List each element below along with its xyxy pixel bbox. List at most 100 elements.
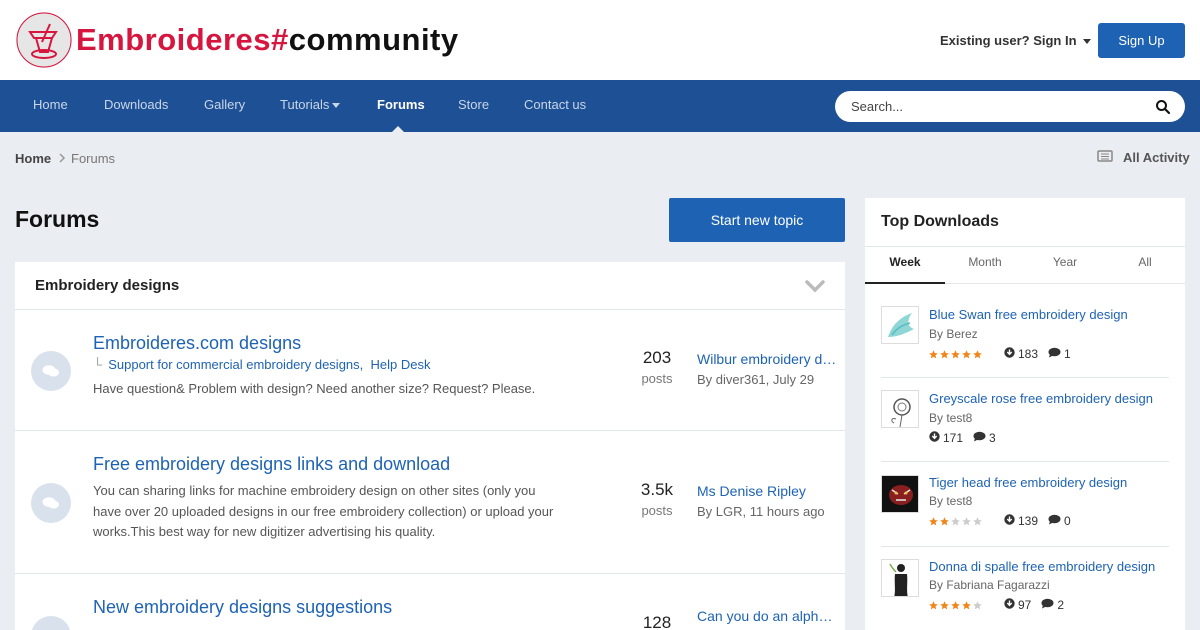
- download-meta: 139 0: [929, 514, 1071, 528]
- download-thumbnail[interactable]: [881, 306, 919, 344]
- nav-item-home[interactable]: Home: [33, 80, 68, 132]
- download-item: Greyscale rose free embroidery design By…: [865, 390, 1185, 474]
- last-post-title[interactable]: Can you do an alphabet?: [697, 608, 837, 624]
- last-post-meta: By LGR, 11 hours ago: [697, 504, 825, 519]
- nav-item-forums[interactable]: Forums: [377, 80, 425, 132]
- site-header: Embroideres#community Existing user? Sig…: [0, 0, 1200, 80]
- star-filled-icon: [951, 600, 960, 609]
- download-meta: 97 2: [929, 598, 1064, 612]
- download-title[interactable]: Blue Swan free embroidery design: [929, 307, 1128, 322]
- tab-month[interactable]: Month: [945, 247, 1025, 284]
- download-meta: 171 3: [929, 431, 996, 445]
- comment-icon: [1048, 347, 1061, 361]
- download-meta: 183 1: [929, 347, 1071, 361]
- subforum-link[interactable]: Support for commercial embroidery design…: [108, 357, 363, 372]
- period-tabs: Week Month Year All: [865, 246, 1185, 284]
- download-author: By test8: [929, 411, 973, 425]
- comment-count: 3: [989, 431, 996, 445]
- download-thumbnail[interactable]: [881, 559, 919, 597]
- star-filled-icon: [940, 349, 949, 358]
- signin-link[interactable]: Existing user? Sign In: [940, 33, 1091, 48]
- nav-item-gallery[interactable]: Gallery: [204, 80, 245, 132]
- download-icon: [1004, 598, 1015, 612]
- last-post-meta: By diver361, July 29: [697, 372, 815, 387]
- forum-title[interactable]: Embroideres.com designs: [93, 333, 301, 354]
- breadcrumb-current[interactable]: Forums: [71, 151, 115, 166]
- star-filled-icon: [929, 516, 938, 525]
- star-filled-icon: [951, 349, 960, 358]
- download-item: Donna di spalle free embroidery design B…: [865, 559, 1185, 630]
- download-thumbnail[interactable]: [881, 475, 919, 513]
- nav-item-tutorials-label: Tutorials: [280, 97, 330, 112]
- last-post-title[interactable]: Wilbur embroidery design: [697, 351, 837, 367]
- download-count: 97: [1018, 598, 1032, 612]
- download-thumbnail[interactable]: [881, 390, 919, 428]
- forum-title[interactable]: New embroidery designs suggestions: [93, 597, 392, 618]
- search-button[interactable]: [1155, 99, 1171, 115]
- download-icon: [929, 431, 940, 445]
- download-title[interactable]: Tiger head free embroidery design: [929, 475, 1127, 490]
- star-empty-icon: [973, 600, 982, 609]
- site-logo[interactable]: Embroideres#community: [16, 12, 459, 68]
- forum-row: New embroidery designs suggestions 128 C…: [15, 574, 845, 630]
- subforum-branch-icon: └: [93, 357, 103, 372]
- subforum-list: └ Support for commercial embroidery desig…: [93, 357, 430, 372]
- breadcrumb-home[interactable]: Home: [15, 151, 51, 166]
- download-count: 139: [1018, 514, 1039, 528]
- star-empty-icon: [962, 516, 971, 525]
- download-title[interactable]: Greyscale rose free embroidery design: [929, 391, 1153, 406]
- chevron-down-icon: [1082, 39, 1091, 45]
- tab-all[interactable]: All: [1105, 247, 1185, 284]
- download-title[interactable]: Donna di spalle free embroidery design: [929, 559, 1155, 574]
- star-filled-icon: [929, 600, 938, 609]
- nav-item-store[interactable]: Store: [458, 80, 489, 132]
- post-count: 128: [642, 613, 672, 630]
- post-count-label: posts: [641, 503, 673, 518]
- forum-description: Have question& Problem with design? Need…: [93, 381, 536, 396]
- logo-text-red: Embroideres#: [76, 22, 289, 57]
- last-post-title[interactable]: Ms Denise Ripley: [697, 483, 837, 499]
- signin-label: Existing user? Sign In: [940, 33, 1077, 48]
- tab-year[interactable]: Year: [1025, 247, 1105, 284]
- nav-item-downloads[interactable]: Downloads: [104, 80, 168, 132]
- tab-week[interactable]: Week: [865, 247, 945, 284]
- star-filled-icon: [962, 600, 971, 609]
- post-count: 3.5k: [640, 480, 674, 499]
- download-icon: [1004, 514, 1015, 528]
- logo-text-dark: community: [288, 22, 459, 57]
- logo-icon: [16, 12, 72, 68]
- divider: [881, 377, 1169, 378]
- nav-item-contact[interactable]: Contact us: [524, 80, 586, 132]
- chevron-right-icon: [58, 152, 66, 167]
- post-count-label: posts: [641, 371, 673, 386]
- page-title: Forums: [15, 206, 100, 232]
- star-filled-icon: [929, 349, 938, 358]
- search-box: [835, 91, 1185, 122]
- comment-icon: [1048, 514, 1061, 528]
- widget-title: Top Downloads: [881, 213, 999, 230]
- forum-comments-icon: [31, 483, 71, 523]
- subforum-link[interactable]: Help Desk: [371, 357, 431, 372]
- download-author: By Berez: [929, 327, 978, 341]
- all-activity-link[interactable]: All Activity: [1097, 150, 1190, 165]
- star-empty-icon: [973, 516, 982, 525]
- chevron-down-icon: [805, 280, 825, 293]
- post-count: 203: [642, 348, 672, 367]
- forum-title[interactable]: Free embroidery designs links and downlo…: [93, 454, 450, 475]
- search-input[interactable]: [851, 91, 1141, 122]
- star-filled-icon: [940, 600, 949, 609]
- search-icon: [1156, 100, 1171, 115]
- comment-count: 1: [1064, 347, 1071, 361]
- start-new-topic-button[interactable]: Start new topic: [669, 198, 845, 242]
- star-empty-icon: [951, 516, 960, 525]
- download-author: By test8: [929, 494, 973, 508]
- signup-button[interactable]: Sign Up: [1098, 23, 1185, 58]
- section-title: Embroidery designs: [35, 277, 180, 294]
- activity-icon: [1097, 150, 1113, 165]
- nav-item-tutorials[interactable]: Tutorials: [280, 80, 341, 132]
- collapse-toggle[interactable]: [805, 279, 825, 296]
- forum-description: You can sharing links for machine embroi…: [93, 483, 554, 539]
- section-header: Embroidery designs: [15, 262, 845, 310]
- top-downloads-widget: Top Downloads Week Month Year All Blue S…: [865, 198, 1185, 630]
- logo-text: Embroideres#community: [76, 22, 459, 58]
